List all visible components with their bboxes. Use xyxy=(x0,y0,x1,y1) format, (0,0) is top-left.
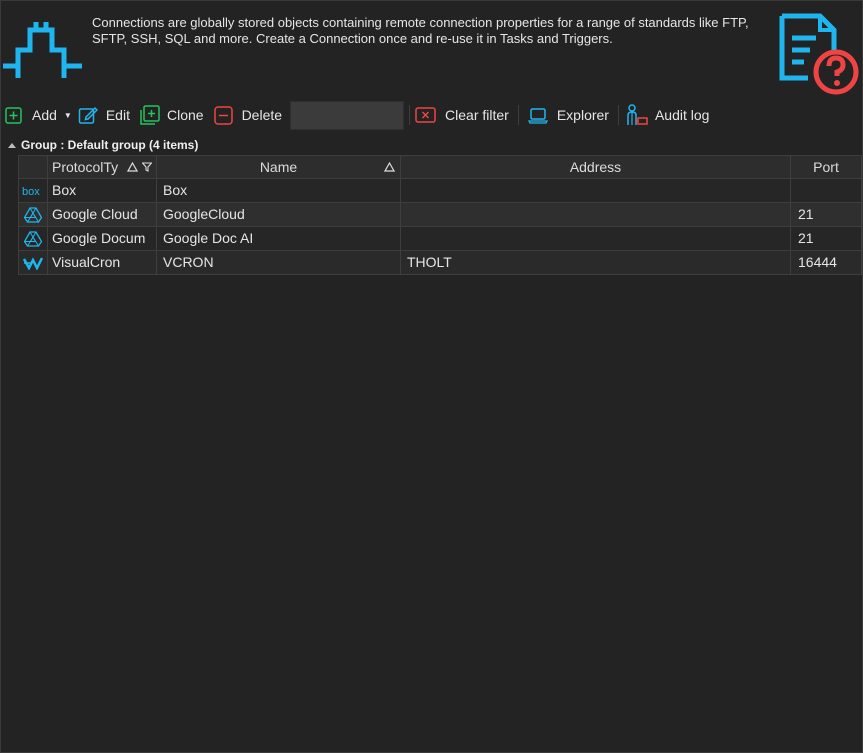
cell-port: 16444 xyxy=(791,251,862,275)
cell-address xyxy=(401,227,791,251)
cell-port: 21 xyxy=(791,203,862,227)
audit-log-button[interactable]: Audit log xyxy=(626,102,709,128)
filter-icon[interactable] xyxy=(142,162,152,172)
delete-button[interactable]: Delete xyxy=(213,102,283,128)
explorer-label: Explorer xyxy=(556,107,609,123)
header: Connections are globally stored objects … xyxy=(0,0,863,98)
column-header-address[interactable]: Address xyxy=(401,155,791,179)
sort-ascending-icon xyxy=(127,162,138,172)
cell-protocol: Box xyxy=(48,179,157,203)
edit-button[interactable]: Edit xyxy=(78,102,130,128)
group-row[interactable]: Group : Default group (4 items) xyxy=(0,137,863,154)
laptop-icon xyxy=(527,107,548,124)
cell-address xyxy=(401,179,791,203)
cell-protocol: Google Docum xyxy=(48,227,157,251)
clear-filter-label: Clear filter xyxy=(445,107,509,123)
filter-input[interactable] xyxy=(290,100,405,130)
cell-name: VCRON xyxy=(157,251,401,275)
add-label: Add xyxy=(32,107,57,123)
cell-address: THOLT xyxy=(401,251,791,275)
toolbar-separator xyxy=(517,105,519,125)
user-audit-icon xyxy=(627,104,648,125)
audit-log-label: Audit log xyxy=(654,107,710,123)
delete-icon xyxy=(213,105,233,125)
column-header-label: Name xyxy=(259,159,298,175)
connections-grid: ProtocolTy Name Address Port box Box Box… xyxy=(18,155,862,275)
description-text: Connections are globally stored objects … xyxy=(92,15,749,46)
table-row[interactable]: VisualCron VCRON THOLT 16444 xyxy=(18,251,862,275)
box-icon: box xyxy=(22,186,40,197)
cell-protocol: VisualCron xyxy=(48,251,157,275)
toolbar-separator xyxy=(409,105,411,125)
toolbar: Add ▼ Edit Clone Delete Clear filter Exp… xyxy=(0,100,863,130)
column-header-protocol[interactable]: ProtocolTy xyxy=(48,155,157,179)
google-drive-icon xyxy=(24,206,42,223)
edit-icon xyxy=(78,106,98,124)
table-row[interactable]: box Box Box xyxy=(18,179,862,203)
google-drive-icon xyxy=(24,230,42,247)
add-icon xyxy=(5,106,22,124)
cell-address xyxy=(401,203,791,227)
cell-name: Google Doc AI xyxy=(157,227,401,251)
column-header-name[interactable]: Name xyxy=(157,155,401,179)
grid-header: ProtocolTy Name Address Port xyxy=(18,155,862,179)
sort-ascending-icon xyxy=(384,162,395,172)
icon-column-header xyxy=(18,155,48,179)
cell-protocol: Google Cloud xyxy=(48,203,157,227)
delete-label: Delete xyxy=(241,107,283,123)
edit-label: Edit xyxy=(105,107,130,123)
collapse-triangle-icon[interactable] xyxy=(8,142,16,148)
document-help-icon xyxy=(779,13,859,95)
column-header-port[interactable]: Port xyxy=(791,155,862,179)
clone-button[interactable]: Clone xyxy=(140,102,204,128)
cell-port: 21 xyxy=(791,227,862,251)
cell-name: Box xyxy=(157,179,401,203)
explorer-button[interactable]: Explorer xyxy=(527,102,609,128)
clear-filter-button[interactable]: Clear filter xyxy=(415,102,509,128)
cell-name: GoogleCloud xyxy=(157,203,401,227)
connection-icon xyxy=(3,22,82,78)
column-header-label: Port xyxy=(813,159,839,175)
add-button[interactable]: Add ▼ xyxy=(5,102,72,128)
toolbar-separator xyxy=(617,105,619,125)
add-dropdown-arrow-icon[interactable]: ▼ xyxy=(64,111,72,120)
column-header-label: ProtocolTy xyxy=(52,159,119,175)
table-row[interactable]: Google Cloud GoogleCloud 21 xyxy=(18,203,862,227)
table-row[interactable]: Google Docum Google Doc AI 21 xyxy=(18,227,862,251)
group-label: Group : Default group (4 items) xyxy=(21,138,199,152)
cell-port xyxy=(791,179,862,203)
visualcron-icon xyxy=(23,256,43,270)
svg-text:box: box xyxy=(22,186,40,197)
clone-icon xyxy=(140,105,160,125)
clear-filter-icon xyxy=(415,107,436,123)
clone-label: Clone xyxy=(166,107,204,123)
column-header-label: Address xyxy=(569,159,622,175)
